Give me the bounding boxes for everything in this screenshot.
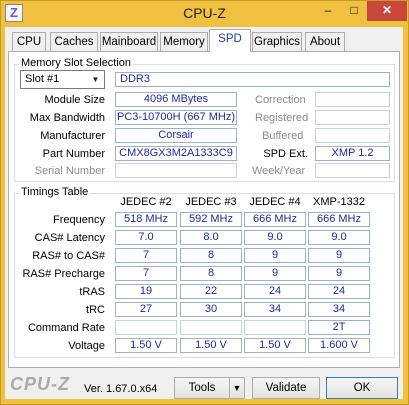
validate-button[interactable]: Validate xyxy=(252,377,320,399)
timing-cell xyxy=(180,320,242,335)
title-bar[interactable]: Z CPU-Z – □ ✕ xyxy=(1,1,408,27)
timing-cell: 1.600 V xyxy=(308,338,370,353)
ras-to-cas-label: RAS# to CAS# xyxy=(32,250,105,262)
timing-cell: 9 xyxy=(244,266,306,281)
timing-cell: 19 xyxy=(115,284,177,299)
part-number-label: Part Number xyxy=(42,148,105,160)
timing-cell: 1.50 V xyxy=(180,338,242,353)
serial-number-value xyxy=(115,163,237,178)
timing-cell: 7 xyxy=(115,266,177,281)
tab-spd[interactable]: SPD xyxy=(209,29,251,52)
timings-col-header: JEDEC #2 xyxy=(120,196,172,208)
part-number-value: CMX8GX3M2A1333C9 xyxy=(115,146,237,161)
minimize-button[interactable]: – xyxy=(315,1,341,21)
max-bandwidth-label: Max Bandwidth xyxy=(29,112,105,124)
timing-cell: 22 xyxy=(180,284,242,299)
timing-cell xyxy=(115,320,177,335)
trc-label: tRC xyxy=(86,304,105,316)
slot-select-value: Slot #1 xyxy=(25,73,60,85)
registered-label: Registered xyxy=(255,112,309,124)
timing-cell: 24 xyxy=(244,284,306,299)
manufacturer-value: Corsair xyxy=(115,128,237,143)
timing-cell: 34 xyxy=(308,302,370,317)
frequency-label: Frequency xyxy=(53,214,105,226)
timing-cell: 30 xyxy=(180,302,242,317)
spd-ext-label: SPD Ext. xyxy=(263,148,308,160)
timing-cell: 27 xyxy=(115,302,177,317)
module-size-value: 4096 MBytes xyxy=(115,92,237,107)
timing-cell: 7 xyxy=(115,248,177,263)
timing-cell: 9 xyxy=(308,266,370,281)
tab-about[interactable]: About xyxy=(305,32,345,52)
timing-cell: 666 MHz xyxy=(244,212,306,227)
timing-cell: 2T xyxy=(308,320,370,335)
timing-cell: 24 xyxy=(308,284,370,299)
cpuz-logo: CPU-Z xyxy=(10,374,70,394)
maximize-button[interactable]: □ xyxy=(341,1,367,21)
timings-group-title: Timings Table xyxy=(19,186,91,198)
spd-ext-value: XMP 1.2 xyxy=(315,146,390,161)
timing-cell: 9 xyxy=(308,248,370,263)
timing-cell: 518 MHz xyxy=(115,212,177,227)
timing-cell: 7.0 xyxy=(115,230,177,245)
cas-latency-label: CAS# Latency xyxy=(34,232,105,244)
timing-cell: 8 xyxy=(180,266,242,281)
timing-cell: 9.0 xyxy=(244,230,306,245)
tab-cpu[interactable]: CPU xyxy=(12,32,46,52)
chevron-down-icon[interactable]: ▼ xyxy=(89,73,102,86)
week-year-value xyxy=(315,163,390,178)
registered-value xyxy=(315,110,390,125)
serial-number-label: Serial Number xyxy=(34,165,105,177)
timing-cell: 34 xyxy=(244,302,306,317)
week-year-label: Week/Year xyxy=(252,165,306,177)
close-button[interactable]: ✕ xyxy=(367,1,407,21)
timings-col-header: JEDEC #3 xyxy=(185,196,237,208)
timing-cell: 1.50 V xyxy=(244,338,306,353)
timing-cell: 8.0 xyxy=(180,230,242,245)
timing-cell xyxy=(244,320,306,335)
timing-cell: 592 MHz xyxy=(180,212,242,227)
manufacturer-label: Manufacturer xyxy=(40,130,105,142)
tab-graphics[interactable]: Graphics xyxy=(252,32,302,52)
buffered-label: Buffered xyxy=(262,130,304,142)
ok-button[interactable]: OK xyxy=(326,377,398,399)
correction-value xyxy=(315,92,390,107)
buffered-value xyxy=(315,128,390,143)
correction-label: Correction xyxy=(255,94,306,106)
tab-mainboard[interactable]: Mainboard xyxy=(100,32,158,52)
max-bandwidth-value: PC3-10700H (667 MHz) xyxy=(115,110,237,125)
voltage-label: Voltage xyxy=(68,340,105,352)
module-size-label: Module Size xyxy=(44,94,105,106)
memory-type-field: DDR3 xyxy=(115,72,390,87)
timing-cell: 8 xyxy=(180,248,242,263)
memory-slot-group-title: Memory Slot Selection xyxy=(19,57,134,69)
command-rate-label: Command Rate xyxy=(27,322,105,334)
tab-memory[interactable]: Memory xyxy=(160,32,208,52)
timing-cell: 666 MHz xyxy=(308,212,370,227)
version-label: Ver. 1.67.0.x64 xyxy=(84,383,158,395)
ras-precharge-label: RAS# Precharge xyxy=(22,268,105,280)
timing-cell: 9.0 xyxy=(308,230,370,245)
timings-col-header: JEDEC #4 xyxy=(249,196,301,208)
tools-button[interactable]: Tools xyxy=(174,377,230,399)
tab-caches[interactable]: Caches xyxy=(50,32,98,52)
timings-col-header: XMP-1332 xyxy=(313,196,365,208)
timing-cell: 1.50 V xyxy=(115,338,177,353)
tools-dropdown-button[interactable]: ▼ xyxy=(229,377,245,399)
tras-label: tRAS xyxy=(79,286,105,298)
slot-select[interactable]: Slot #1 ▼ xyxy=(20,70,105,89)
timing-cell: 9 xyxy=(244,248,306,263)
